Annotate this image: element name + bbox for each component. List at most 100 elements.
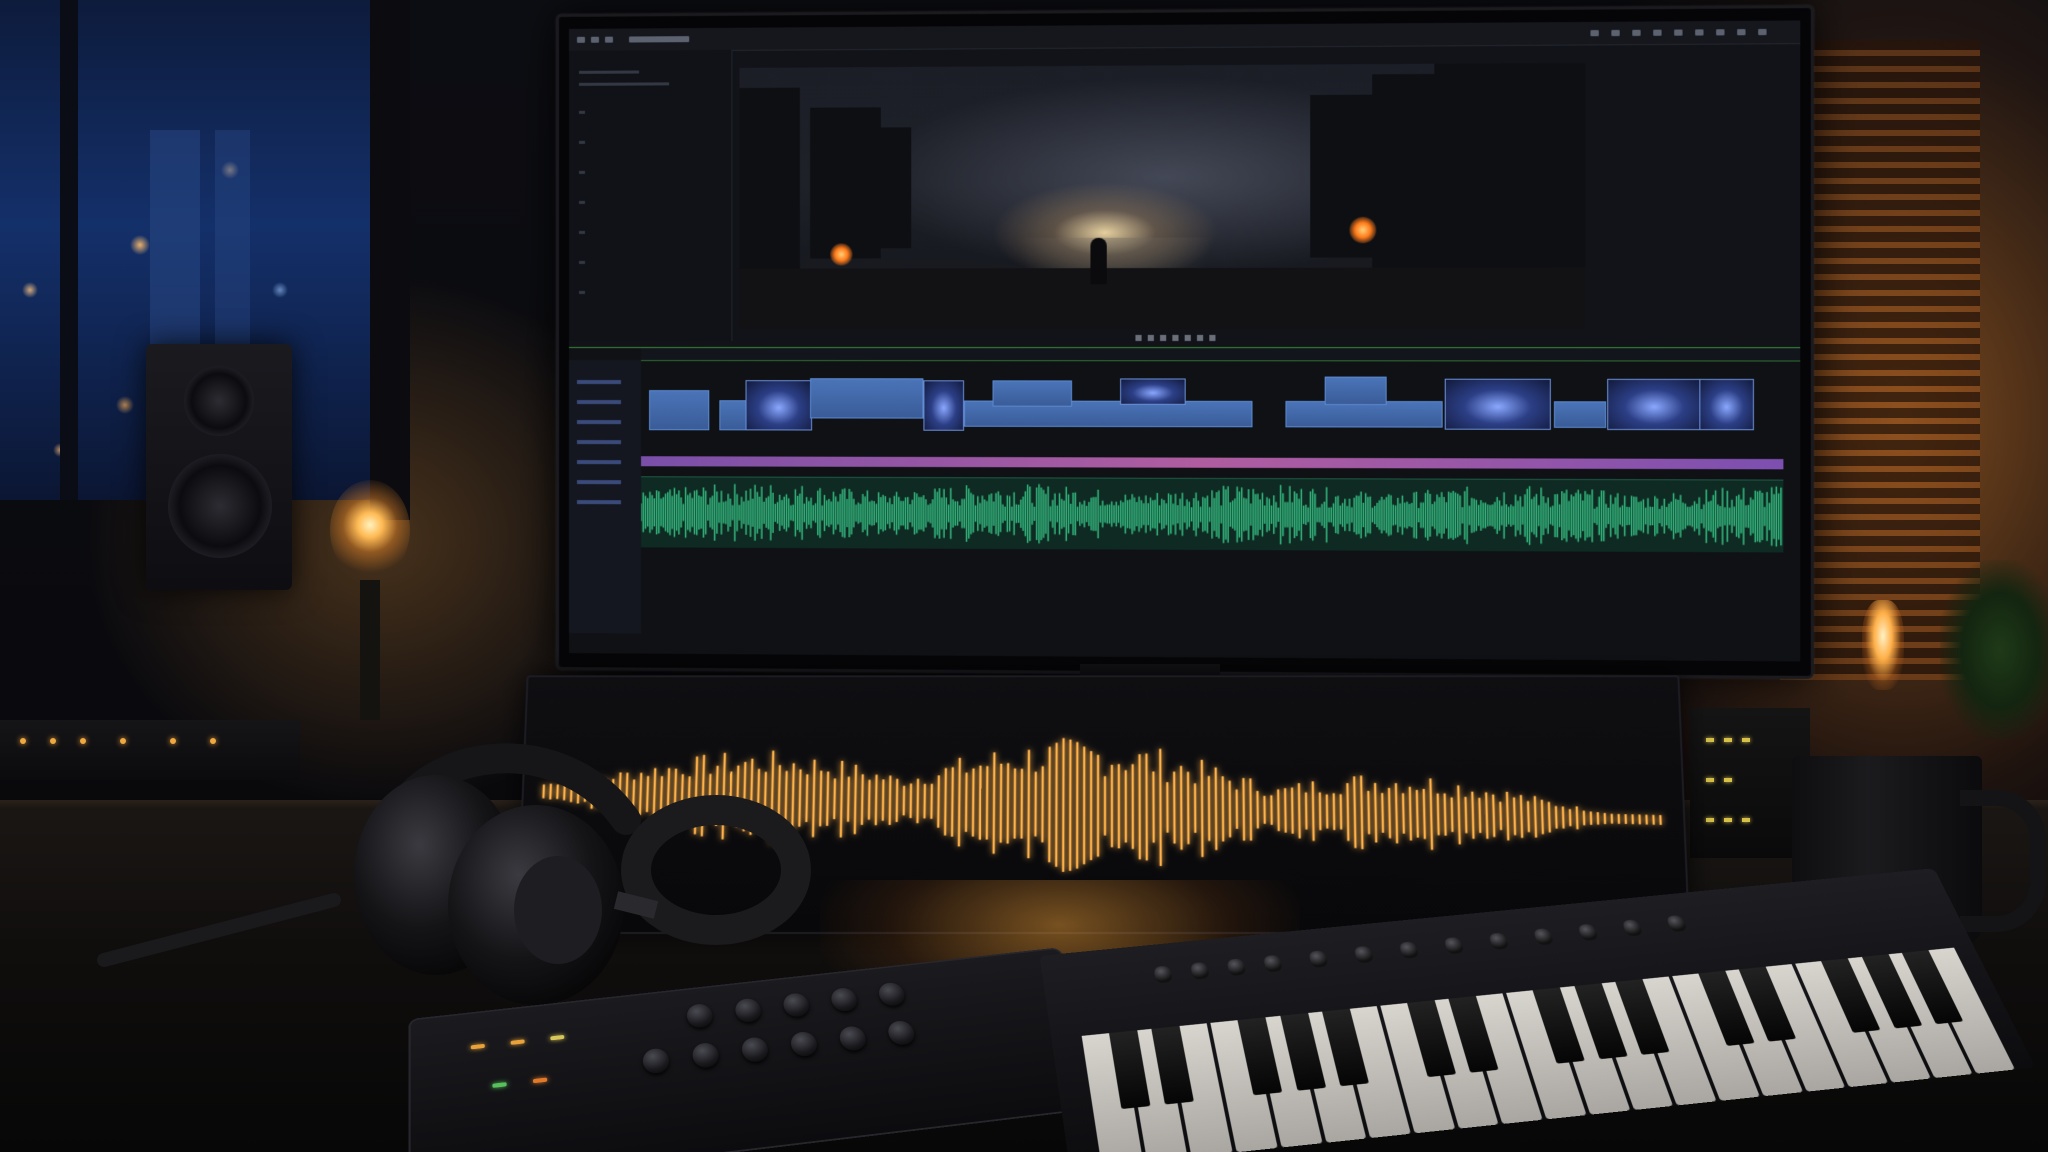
playback-icon[interactable] bbox=[1209, 334, 1216, 341]
playback-icon[interactable] bbox=[1196, 334, 1204, 341]
media-item bbox=[578, 200, 585, 204]
speaker-woofer bbox=[168, 454, 272, 558]
keyboard-knob[interactable] bbox=[1621, 919, 1644, 937]
waveform-bar bbox=[1486, 792, 1487, 838]
monitor-icon bbox=[556, 4, 1814, 680]
video-clip-thumbnail[interactable] bbox=[745, 380, 813, 431]
audio-track[interactable] bbox=[641, 476, 1784, 553]
waveform-bar bbox=[869, 780, 870, 820]
mixer-led bbox=[492, 1082, 507, 1088]
keyboard-knob[interactable] bbox=[1443, 936, 1465, 955]
fire bbox=[1349, 216, 1377, 244]
waveform-bar bbox=[1577, 806, 1578, 829]
mixer-knob[interactable] bbox=[740, 1036, 770, 1064]
playback-icon[interactable] bbox=[1147, 334, 1154, 341]
waveform-bar bbox=[1396, 783, 1397, 843]
track-header-row bbox=[576, 500, 622, 505]
keyboard-knob[interactable] bbox=[1398, 941, 1420, 959]
playback-icon[interactable] bbox=[1172, 334, 1179, 341]
video-clip-thumbnail[interactable] bbox=[1444, 378, 1551, 430]
track-header-row bbox=[576, 380, 622, 385]
waveform-bar bbox=[1223, 776, 1224, 841]
mug-handle bbox=[1960, 790, 2046, 932]
waveform-bar bbox=[952, 767, 953, 836]
mixer-knob[interactable] bbox=[876, 981, 907, 1008]
music-track[interactable] bbox=[641, 456, 1784, 470]
waveform-bar bbox=[1028, 750, 1029, 858]
playback-controls bbox=[739, 331, 1585, 347]
media-item bbox=[578, 260, 585, 264]
waveform-bar bbox=[1403, 793, 1404, 833]
rack-led bbox=[50, 738, 56, 744]
keyboard-knob[interactable] bbox=[1488, 932, 1510, 950]
playback-icon[interactable] bbox=[1135, 334, 1142, 341]
video-clip[interactable] bbox=[992, 380, 1073, 407]
waveform-bar bbox=[917, 779, 918, 823]
rack-led bbox=[210, 738, 216, 744]
mixer-knob[interactable] bbox=[641, 1047, 671, 1075]
waveform-bar bbox=[1216, 767, 1217, 850]
keyboard-knob[interactable] bbox=[1353, 945, 1375, 964]
waveform-bar bbox=[1327, 794, 1328, 828]
toolbar-icon bbox=[1653, 29, 1662, 36]
mixer-knob[interactable] bbox=[829, 986, 860, 1013]
video-clip-thumbnail[interactable] bbox=[1607, 378, 1702, 431]
mixer-knob[interactable] bbox=[781, 992, 812, 1018]
mixer-knob[interactable] bbox=[733, 997, 763, 1024]
keyboard-knob[interactable] bbox=[1153, 965, 1173, 984]
playback-icon[interactable] bbox=[1184, 334, 1191, 341]
rubble bbox=[739, 267, 1586, 329]
waveform-bar bbox=[994, 752, 995, 853]
left-rack-gear bbox=[0, 720, 300, 780]
waveform-bar bbox=[1230, 781, 1231, 838]
video-clip[interactable] bbox=[1324, 376, 1387, 406]
video-clip[interactable] bbox=[810, 378, 924, 419]
media-item bbox=[578, 82, 670, 86]
keyboard-knob[interactable] bbox=[1226, 958, 1247, 977]
waveform-bar bbox=[1278, 789, 1279, 831]
mixer-led bbox=[550, 1034, 565, 1041]
lamp-icon bbox=[330, 480, 410, 580]
mixer-knob[interactable] bbox=[885, 1019, 917, 1047]
keyboard-knob[interactable] bbox=[1189, 961, 1210, 980]
mixer-knob[interactable] bbox=[837, 1025, 869, 1052]
video-clip-thumbnail[interactable] bbox=[1120, 378, 1186, 405]
keyboard-knob[interactable] bbox=[1532, 927, 1555, 946]
waveform-bar bbox=[1347, 783, 1348, 841]
media-item bbox=[578, 170, 585, 174]
video-editor-screen bbox=[568, 20, 1801, 662]
toolbar-icon bbox=[1758, 28, 1767, 36]
keyboard-knob[interactable] bbox=[1308, 950, 1329, 968]
mixer-knob[interactable] bbox=[788, 1030, 820, 1058]
waveform-bar bbox=[1292, 788, 1293, 834]
waveform-bar bbox=[827, 772, 828, 826]
candle-light bbox=[1862, 600, 1904, 690]
audio-waveform bbox=[641, 477, 1783, 552]
waveform-bar bbox=[1202, 760, 1203, 857]
video-clip[interactable] bbox=[1553, 401, 1607, 428]
rack-led bbox=[1706, 778, 1714, 782]
waveform-bar bbox=[862, 774, 863, 825]
mixer-knob[interactable] bbox=[685, 1002, 715, 1029]
video-clip-thumbnail[interactable] bbox=[1699, 378, 1754, 431]
playback-icon[interactable] bbox=[1160, 334, 1167, 341]
lone-figure bbox=[1090, 237, 1107, 285]
keyboard-knob[interactable] bbox=[1262, 954, 1284, 973]
video-clip-thumbnail[interactable] bbox=[923, 380, 965, 431]
waveform-bar bbox=[980, 766, 981, 840]
keyboard-knob[interactable] bbox=[1577, 923, 1599, 941]
waveform-bar bbox=[1438, 793, 1439, 835]
mixer-knob[interactable] bbox=[690, 1041, 721, 1069]
rack-led bbox=[1724, 818, 1732, 822]
toolbar-icon bbox=[590, 36, 599, 43]
editor-timeline bbox=[568, 347, 1801, 662]
video-clip[interactable] bbox=[649, 390, 710, 431]
waveform-bar bbox=[1389, 788, 1390, 838]
keyboard-knob[interactable] bbox=[1665, 914, 1688, 933]
waveform-bar bbox=[855, 765, 856, 834]
mixer-led bbox=[470, 1043, 485, 1050]
waveform-bar bbox=[883, 779, 884, 820]
headphones-icon bbox=[354, 743, 811, 1005]
media-item bbox=[578, 110, 585, 114]
rack-led bbox=[1742, 738, 1750, 742]
